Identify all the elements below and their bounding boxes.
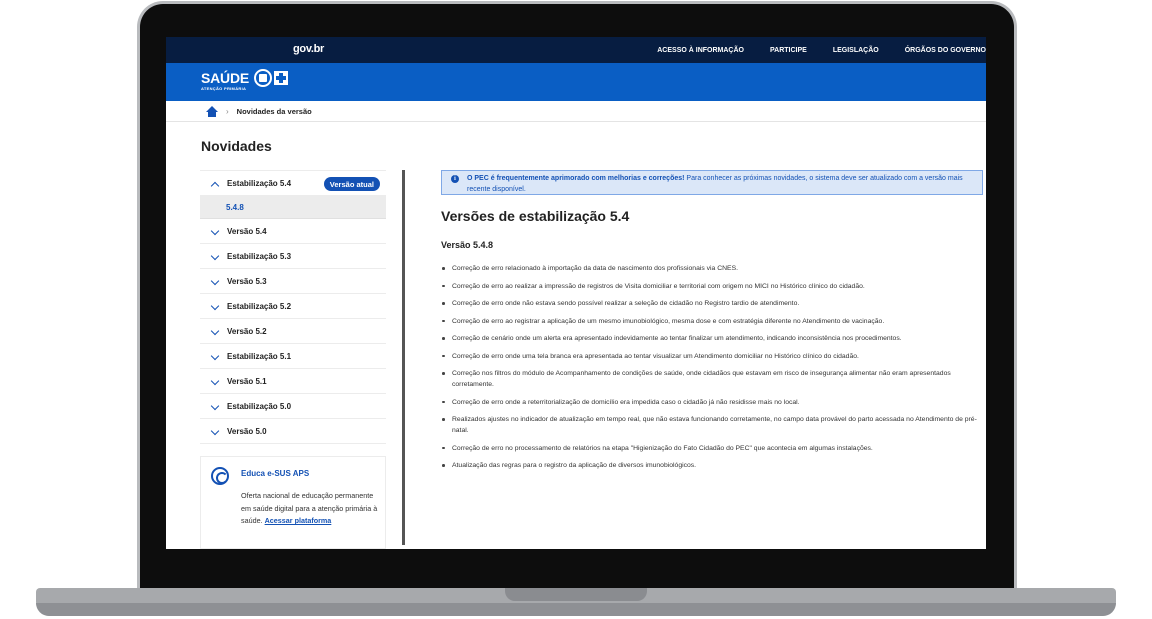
educa-access-link[interactable]: Acessar plataforma <box>265 516 332 525</box>
chevron-down-icon <box>212 428 219 435</box>
chevron-down-icon <box>212 278 219 285</box>
sidebar-item-versao-5-4[interactable]: Versão 5.4 <box>200 219 386 244</box>
sus-badge-icon <box>254 69 273 87</box>
link-participe[interactable]: PARTICIPE <box>770 47 807 54</box>
main-content: i O PEC é frequentemente aprimorado com … <box>441 170 986 549</box>
page-title: Novidades <box>201 138 272 154</box>
sidebar-item-estabilizacao-5-2[interactable]: Estabilização 5.2 <box>200 294 386 319</box>
version-list: Estabilização 5.4 Versão atual 5.4.8 Ver… <box>200 170 386 444</box>
educa-description: Oferta nacional de educação permanente e… <box>241 490 379 528</box>
sidebar-item-estabilizacao-5-3[interactable]: Estabilização 5.3 <box>200 244 386 269</box>
sidebar-item-estabilizacao-5-1[interactable]: Estabilização 5.1 <box>200 344 386 369</box>
sidebar-item-label: Versão 5.2 <box>227 326 267 336</box>
sidebar-item-versao-5-2[interactable]: Versão 5.2 <box>200 319 386 344</box>
list-item: Correção de cenário onde um alerta era a… <box>441 333 981 344</box>
sidebar-item-estabilizacao-5-4[interactable]: Estabilização 5.4 Versão atual <box>200 171 386 196</box>
saude-logo[interactable]: SAÚDE ATENÇÃO PRIMÁRIA <box>201 69 288 91</box>
laptop-screen: gov.br ACESSO À INFORMAÇÃO PARTICIPE LEG… <box>166 37 986 549</box>
breadcrumb-current: Novidades da versão <box>236 106 312 116</box>
list-item: Correção de erro onde a reterritorializa… <box>441 397 981 408</box>
chevron-down-icon <box>212 303 219 310</box>
sidebar-item-label: Versão 5.0 <box>227 426 267 436</box>
version-sidebar: Estabilização 5.4 Versão atual 5.4.8 Ver… <box>200 170 386 549</box>
info-alert: i O PEC é frequentemente aprimorado com … <box>441 170 983 195</box>
sidebar-item-label: Estabilização 5.4 <box>227 178 292 188</box>
list-item: Realizados ajustes no indicador de atual… <box>441 414 981 436</box>
educa-esus-card: Educa e-SUS APS Oferta nacional de educa… <box>200 456 386 549</box>
educa-title: Educa e-SUS APS <box>241 469 310 478</box>
brand-subtitle: ATENÇÃO PRIMÁRIA <box>201 86 247 92</box>
sidebar-item-versao-5-1[interactable]: Versão 5.1 <box>200 369 386 394</box>
sidebar-item-label: Versão 5.3 <box>227 276 267 286</box>
educa-logo-icon <box>211 467 229 485</box>
link-legislacao[interactable]: LEGISLAÇÃO <box>833 47 879 54</box>
brand-title: SAÚDE <box>201 70 250 86</box>
version-title: Versão 5.4.8 <box>441 240 494 250</box>
list-item: Correção de erro ao realizar a impressão… <box>441 281 981 292</box>
chevron-down-icon <box>212 378 219 385</box>
sidebar-item-label: Estabilização 5.1 <box>227 351 292 361</box>
home-icon[interactable] <box>206 105 218 117</box>
laptop-base-shade <box>36 603 1116 616</box>
sidebar-item-versao-5-3[interactable]: Versão 5.3 <box>200 269 386 294</box>
link-orgaos-governo[interactable]: ÓRGÃOS DO GOVERNO <box>905 47 986 54</box>
info-icon: i <box>451 175 459 183</box>
chevron-down-icon <box>212 353 219 360</box>
sidebar-item-label: Estabilização 5.0 <box>227 401 292 411</box>
chevron-up-icon <box>212 180 219 187</box>
plus-cross-icon <box>273 71 288 85</box>
current-version-badge: Versão atual <box>323 177 380 191</box>
govbr-top-bar: gov.br ACESSO À INFORMAÇÃO PARTICIPE LEG… <box>166 37 986 63</box>
brand-header: SAÚDE ATENÇÃO PRIMÁRIA <box>166 63 986 101</box>
sidebar-item-label: Versão 5.4 <box>227 226 267 236</box>
sidebar-item-label: Versão 5.1 <box>227 376 267 386</box>
list-item: Correção nos filtros do módulo de Acompa… <box>441 368 981 390</box>
chevron-right-icon: › <box>226 106 229 116</box>
sidebar-subitem-5-4-8[interactable]: 5.4.8 <box>200 196 386 219</box>
sidebar-item-label: Estabilização 5.3 <box>227 251 292 261</box>
list-item: Correção de erro no processamento de rel… <box>441 443 981 454</box>
chevron-down-icon <box>212 403 219 410</box>
link-acesso-informacao[interactable]: ACESSO À INFORMAÇÃO <box>657 47 744 54</box>
section-title: Versões de estabilização 5.4 <box>441 208 630 224</box>
sidebar-item-label: Estabilização 5.2 <box>227 301 292 311</box>
list-item: Correção de erro onde uma tela branca er… <box>441 351 981 362</box>
list-item: Correção de erro ao registrar a aplicaçã… <box>441 316 981 327</box>
govbr-logo[interactable]: gov.br <box>293 43 324 55</box>
sidebar-item-versao-5-0[interactable]: Versão 5.0 <box>200 419 386 444</box>
list-item: Correção de erro onde não estava sendo p… <box>441 298 981 309</box>
info-strong-text: O PEC é frequentemente aprimorado com me… <box>467 175 685 182</box>
govbr-links: ACESSO À INFORMAÇÃO PARTICIPE LEGISLAÇÃO… <box>657 37 986 63</box>
breadcrumb: › Novidades da versão <box>166 101 986 122</box>
chevron-down-icon <box>212 253 219 260</box>
sidebar-divider-scrollbar[interactable] <box>402 170 405 545</box>
sidebar-item-estabilizacao-5-0[interactable]: Estabilização 5.0 <box>200 394 386 419</box>
release-notes-list: Correção de erro relacionado à importaçã… <box>441 263 981 478</box>
list-item: Atualização das regras para o registro d… <box>441 460 981 471</box>
laptop-notch <box>505 588 647 601</box>
chevron-down-icon <box>212 328 219 335</box>
list-item: Correção de erro relacionado à importaçã… <box>441 263 981 274</box>
chevron-down-icon <box>212 228 219 235</box>
